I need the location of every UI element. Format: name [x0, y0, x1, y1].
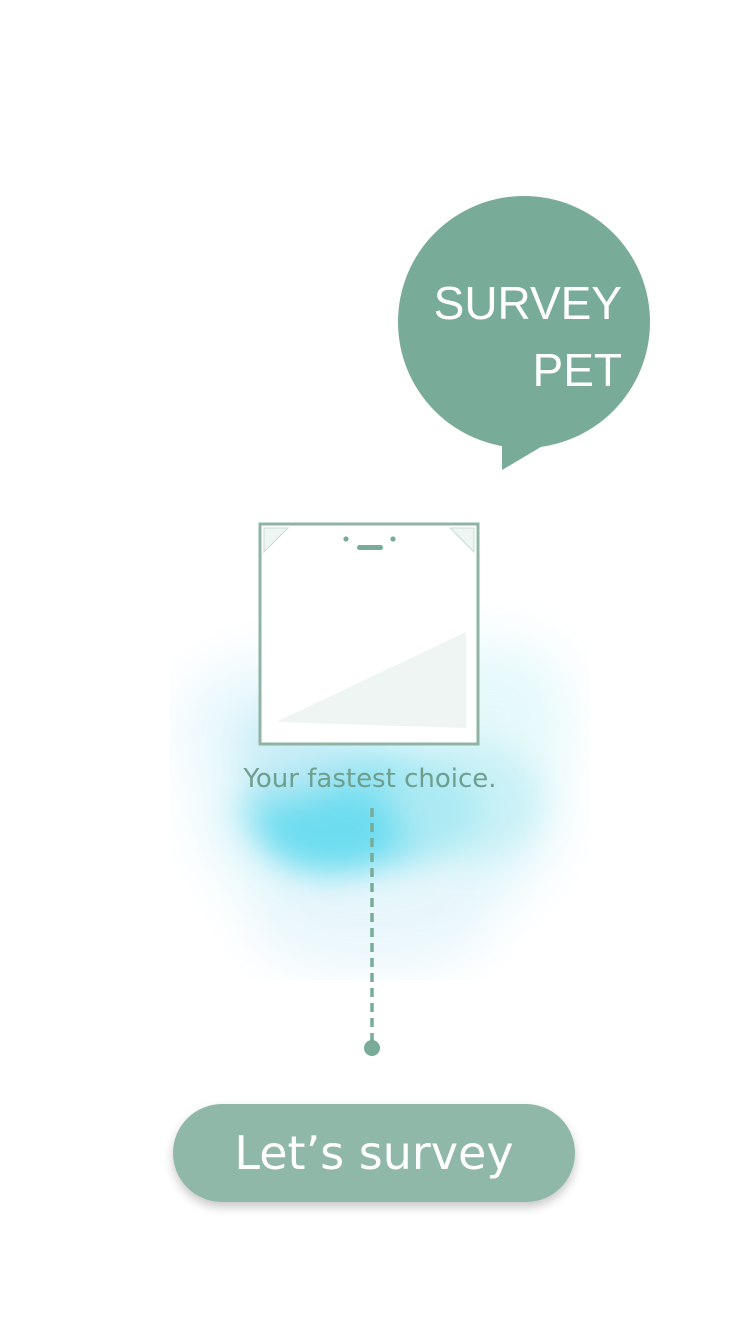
dotted-connector-icon: [364, 808, 380, 1056]
speech-bubble-icon: [398, 196, 650, 470]
start-survey-label: Let’s survey: [234, 1126, 514, 1180]
start-survey-button[interactable]: Let’s survey: [173, 1104, 575, 1202]
brand-title-line2: PET: [532, 344, 622, 396]
tagline: Your fastest choice.: [243, 764, 497, 794]
brand-bubble: SURVEY PET: [398, 196, 658, 476]
phone-illustration-icon: [258, 522, 480, 746]
brand-title-line1: SURVEY: [433, 277, 622, 329]
